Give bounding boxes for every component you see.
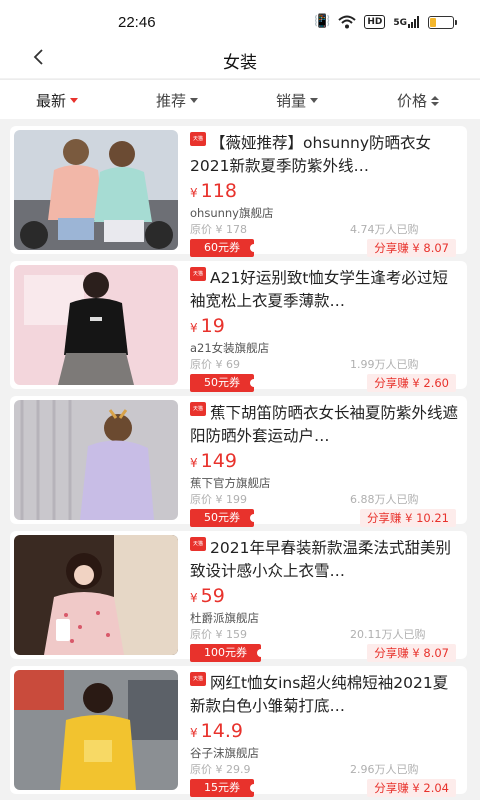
- coupon-badge[interactable]: 100元券: [190, 644, 265, 662]
- product-title[interactable]: 天猫 网红t恤女ins超火纯棉短袖2021夏新款白色小雏菊打底…: [190, 672, 460, 718]
- caret-down-icon: [190, 98, 199, 103]
- tmall-badge: 天猫: [190, 537, 206, 551]
- shop-name: ohsunny旗舰店: [190, 206, 274, 220]
- tmall-badge: 天猫: [190, 267, 206, 281]
- signal-icon: 5G: [393, 16, 420, 28]
- filter-price[interactable]: 价格: [397, 90, 440, 111]
- product-card[interactable]: 天猫 2021年早春装新款温柔法式甜美别致设计感小众上衣雪… ¥59 杜爵派旗舰店…: [10, 531, 467, 662]
- vibrate-icon: 📳: [314, 14, 331, 29]
- caret-down-icon: [310, 98, 319, 103]
- shop-name: 杜爵派旗舰店: [190, 611, 259, 625]
- coupon-badge[interactable]: 50元券: [190, 374, 258, 392]
- price: ¥118: [190, 180, 237, 202]
- product-card[interactable]: 天猫 网红t恤女ins超火纯棉短袖2021夏新款白色小雏菊打底… ¥14.9 谷子…: [10, 666, 467, 797]
- shop-name: 谷子沫旗舰店: [190, 746, 259, 760]
- tmall-badge: 天猫: [190, 402, 206, 416]
- original-price: 原价 ¥ 178: [190, 223, 247, 236]
- battery-icon: [428, 15, 457, 29]
- product-title[interactable]: 天猫 蕉下胡笛防晒衣女长袖夏防紫外线遮阳防晒外套运动户…: [190, 402, 460, 448]
- product-card[interactable]: 天猫 A21好运别致t恤女学生逢考必过短袖宽松上衣夏季薄款… ¥19 a21女装旗…: [10, 261, 467, 392]
- sold-count: 4.74万人已购: [350, 223, 419, 236]
- price: ¥19: [190, 315, 225, 337]
- nav-bar: 女装: [0, 44, 480, 78]
- shop-name: 蕉下官方旗舰店: [190, 476, 271, 490]
- product-title[interactable]: 天猫 A21好运别致t恤女学生逢考必过短袖宽松上衣夏季薄款…: [190, 267, 460, 313]
- hd-icon: HD: [364, 15, 386, 29]
- sold-count: 20.11万人已购: [350, 628, 426, 641]
- tmall-badge: 天猫: [190, 132, 206, 146]
- sold-count: 1.99万人已购: [350, 358, 419, 371]
- sort-icon: [431, 95, 440, 106]
- product-image[interactable]: [14, 670, 178, 790]
- caret-down-icon: [70, 98, 79, 103]
- status-time: 22:46: [118, 14, 156, 31]
- shop-name: a21女装旗舰店: [190, 341, 270, 355]
- filter-recommended[interactable]: 推荐: [156, 90, 199, 111]
- tmall-badge: 天猫: [190, 672, 206, 686]
- filter-sales[interactable]: 销量: [276, 90, 319, 111]
- original-price: 原价 ¥ 69: [190, 358, 240, 371]
- product-image[interactable]: [14, 130, 178, 250]
- original-price: 原价 ¥ 159: [190, 628, 247, 641]
- sold-count: 2.96万人已购: [350, 763, 419, 776]
- share-earn-button[interactable]: 分享赚 ¥ 10.21: [359, 509, 456, 527]
- original-price: 原价 ¥ 29.9: [190, 763, 251, 776]
- product-image[interactable]: [14, 400, 178, 520]
- share-earn-button[interactable]: 分享赚 ¥ 2.60: [367, 374, 456, 392]
- coupon-badge[interactable]: 15元券: [190, 779, 258, 797]
- product-image[interactable]: [14, 265, 178, 385]
- coupon-badge[interactable]: 60元券: [190, 239, 258, 257]
- product-list: 天猫 【薇娅推荐】ohsunny防晒衣女2021新款夏季防紫外线… ¥118 oh…: [0, 119, 480, 800]
- product-title[interactable]: 天猫 【薇娅推荐】ohsunny防晒衣女2021新款夏季防紫外线…: [190, 132, 460, 178]
- filter-latest[interactable]: 最新: [36, 90, 79, 111]
- price: ¥59: [190, 585, 225, 607]
- share-earn-button[interactable]: 分享赚 ¥ 2.04: [367, 779, 456, 797]
- original-price: 原价 ¥ 199: [190, 493, 247, 506]
- coupon-badge[interactable]: 50元券: [190, 509, 258, 527]
- page-title: 女装: [223, 53, 257, 73]
- status-bar: 22:46 📳 HD 5G: [0, 0, 480, 44]
- wifi-icon: [338, 15, 356, 29]
- product-card[interactable]: 天猫 【薇娅推荐】ohsunny防晒衣女2021新款夏季防紫外线… ¥118 oh…: [10, 126, 467, 257]
- price: ¥14.9: [190, 720, 243, 742]
- share-earn-button[interactable]: 分享赚 ¥ 8.07: [367, 644, 456, 662]
- status-icons: 📳 HD 5G: [314, 13, 457, 31]
- product-card[interactable]: 天猫 蕉下胡笛防晒衣女长袖夏防紫外线遮阳防晒外套运动户… ¥149 蕉下官方旗舰店…: [10, 396, 467, 527]
- product-image[interactable]: [14, 535, 178, 655]
- filter-bar: 最新 推荐 销量 价格: [0, 79, 480, 119]
- price: ¥149: [190, 450, 237, 472]
- share-earn-button[interactable]: 分享赚 ¥ 8.07: [367, 239, 456, 257]
- product-title[interactable]: 天猫 2021年早春装新款温柔法式甜美别致设计感小众上衣雪…: [190, 537, 460, 583]
- sold-count: 6.88万人已购: [350, 493, 419, 506]
